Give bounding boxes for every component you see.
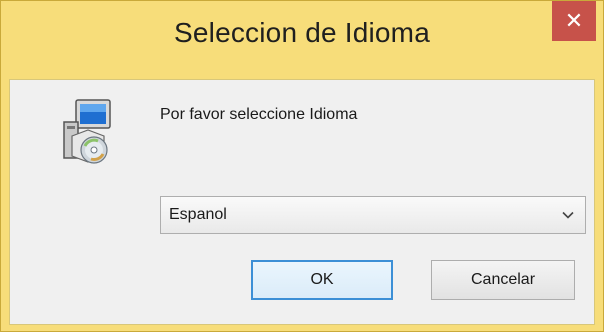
title-bar[interactable]: Seleccion de Idioma ✕ bbox=[1, 1, 603, 81]
cancel-button[interactable]: Cancelar bbox=[431, 260, 575, 300]
chevron-down-icon[interactable] bbox=[561, 208, 575, 222]
window-title: Seleccion de Idioma bbox=[174, 17, 430, 48]
ok-button[interactable]: OK bbox=[251, 260, 393, 300]
prompt-text: Por favor seleccione Idioma bbox=[160, 106, 358, 123]
language-select[interactable]: Espanol bbox=[160, 196, 586, 234]
dialog-body: Por favor seleccione Idioma Espanol OK C… bbox=[9, 79, 595, 325]
language-dialog-window: Seleccion de Idioma ✕ Por favor seleccio… bbox=[0, 0, 604, 332]
close-button[interactable]: ✕ bbox=[552, 1, 596, 41]
language-select-value: Espanol bbox=[169, 206, 227, 223]
installer-icon bbox=[63, 99, 111, 164]
